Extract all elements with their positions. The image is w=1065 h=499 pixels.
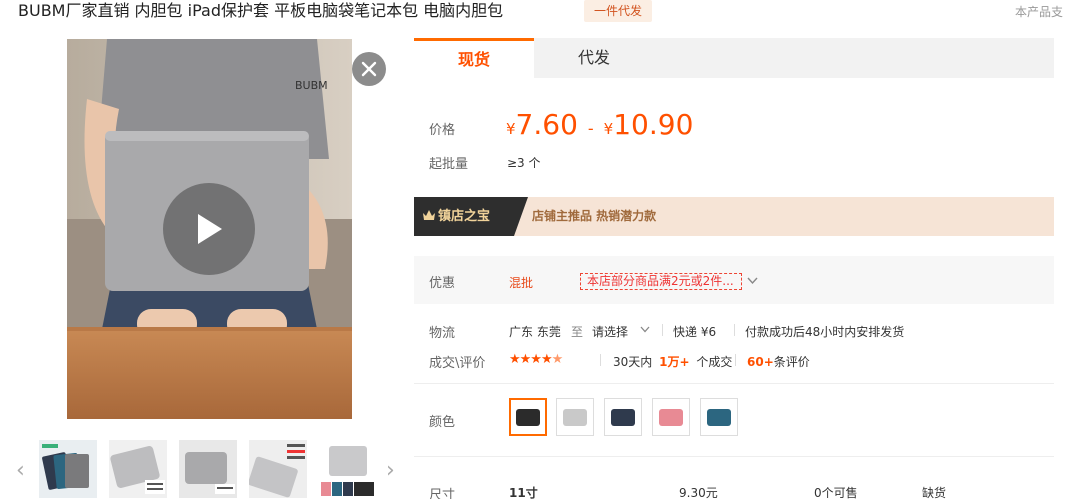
size-price: 9.30元 [679, 486, 718, 499]
express-fee: 快递 ¥6 [673, 325, 717, 339]
rating-stars: ★★★★★ [509, 352, 563, 367]
divider [414, 383, 1054, 384]
divider [414, 456, 1054, 457]
crown-icon [423, 210, 435, 220]
currency-symbol: ¥ [603, 120, 614, 138]
thumbnail-2[interactable] [109, 440, 167, 498]
promo-type: 混批 [509, 276, 534, 290]
thumbnail-3[interactable] [179, 440, 237, 498]
size-label: 尺寸 [429, 488, 456, 499]
product-video[interactable]: BUBM [67, 39, 352, 419]
promo-tag[interactable]: 本店部分商品满2元或2件... [580, 273, 742, 290]
moq-label: 起批量 [429, 157, 469, 172]
review-summary[interactable]: 60+条评价 [747, 353, 810, 370]
close-icon [361, 61, 377, 77]
separator [734, 324, 735, 336]
color-option-teal[interactable] [700, 398, 738, 436]
chevron-right-icon[interactable]: › [386, 458, 395, 483]
chevron-down-icon[interactable] [640, 326, 650, 333]
thumbnail-5[interactable] [319, 440, 377, 498]
play-icon [198, 214, 222, 244]
price-min: 7.60 [515, 108, 578, 141]
size-status: 缺货 [922, 486, 947, 499]
sales-summary: 30天内 1万+ 个成交 [613, 353, 732, 370]
dropship-badge: 一件代发 [584, 0, 653, 22]
moq-value: ≥3 个 [507, 156, 541, 170]
chevron-down-icon[interactable] [747, 277, 758, 285]
logistics-label: 物流 [429, 326, 456, 341]
separator [735, 354, 736, 366]
shirt-logo: BUBM [295, 79, 328, 92]
thumbnail-1[interactable] [39, 440, 97, 498]
color-label: 颜色 [429, 415, 456, 430]
review-suffix: 条评价 [773, 355, 810, 369]
reviews-label: 成交\评价 [429, 356, 486, 371]
treasure-divider [514, 197, 528, 236]
price-separator: - [587, 119, 594, 138]
treasure-text: 店铺主推品 热销潜力款 [532, 209, 657, 223]
play-button[interactable] [163, 183, 255, 275]
sales-period: 30天内 [613, 355, 653, 369]
price-label: 价格 [429, 123, 456, 138]
currency-symbol: ¥ [506, 120, 516, 138]
color-option-gray[interactable] [556, 398, 594, 436]
color-option-pink[interactable] [652, 398, 690, 436]
thumbnail-strip: ‹ › [14, 438, 404, 499]
separator [662, 324, 663, 336]
color-option-navy[interactable] [604, 398, 642, 436]
close-video-button[interactable] [352, 52, 386, 86]
size-stock: 0个可售 [814, 486, 858, 499]
sales-suffix: 个成交 [696, 355, 733, 369]
promo-label: 优惠 [429, 276, 456, 291]
thumbnail-4[interactable] [249, 440, 307, 498]
ship-origin: 广东 东莞 [509, 325, 561, 339]
support-text: 本产品支 [1015, 5, 1064, 19]
purchase-mode-tabs: 现货 代发 [414, 38, 1054, 78]
tab-dropship[interactable]: 代发 [534, 38, 654, 78]
price-max: 10.90 [613, 108, 694, 141]
size-value: 11寸 [509, 486, 538, 499]
separator [600, 354, 601, 366]
price-range: ¥7.60- ¥10.90 [506, 108, 693, 141]
product-title: BUBM厂家直销 内胆包 iPad保护套 平板电脑袋笔记本包 电脑内胆包 [18, 1, 504, 20]
review-count: 60+ [747, 355, 774, 369]
destination-select[interactable]: 请选择 [592, 323, 628, 340]
shipping-time: 付款成功后48小时内安排发货 [745, 325, 905, 339]
color-option-black[interactable] [509, 398, 547, 436]
store-treasure-banner: 镇店之宝 店铺主推品 热销潜力款 [414, 197, 1054, 236]
sales-count: 1万+ [659, 355, 690, 369]
tab-in-stock[interactable]: 现货 [414, 38, 534, 78]
chevron-left-icon[interactable]: ‹ [16, 458, 25, 483]
ship-to-text: 至 [571, 325, 584, 339]
